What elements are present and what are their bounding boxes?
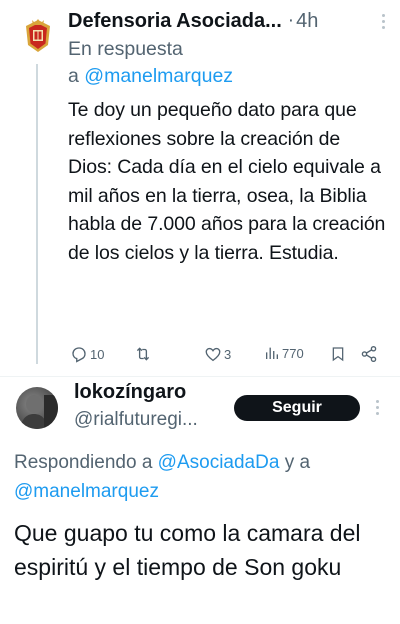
action-bar: 10 3 770 — [68, 345, 388, 365]
views-button[interactable]: 770 — [264, 345, 304, 361]
retweet-icon — [136, 347, 150, 361]
avatar-defensoria[interactable] — [17, 15, 59, 57]
shield-logo-icon — [18, 16, 58, 56]
reply-to-word: a — [68, 65, 79, 87]
user-photo-icon — [20, 395, 58, 429]
heart-icon — [205, 347, 221, 362]
replying-prefix: Respondiendo a — [14, 452, 153, 473]
share-icon — [361, 345, 377, 363]
reply-button[interactable]: 10 — [70, 345, 104, 363]
separator-dot: · — [287, 10, 295, 31]
reply-prefix: En respuesta — [68, 38, 183, 60]
tweet-original: Defensoria Asociada... · 4h En respuesta… — [68, 6, 386, 268]
author-handle[interactable]: @rialfuturegi... — [74, 409, 198, 431]
analytics-icon — [266, 347, 278, 359]
avatar-lokozingaro[interactable] — [16, 387, 58, 429]
like-button[interactable]: 3 — [204, 345, 231, 363]
tweet-body: Que guapo tu como la camara del espiritú… — [14, 520, 361, 580]
view-count: 770 — [282, 345, 304, 361]
reply-icon — [72, 347, 86, 363]
divider — [0, 376, 400, 377]
author-name[interactable]: lokozíngaro — [74, 381, 186, 404]
retweet-button[interactable] — [134, 345, 154, 363]
bookmark-button[interactable] — [330, 345, 346, 363]
tweet-body: Te doy un pequeño dato para que reflexio… — [68, 99, 386, 264]
share-button[interactable] — [360, 345, 378, 363]
more-options-icon[interactable] — [376, 400, 380, 418]
mention-link[interactable]: @manelmarquez — [84, 65, 233, 87]
timestamp[interactable]: 4h — [296, 10, 318, 33]
mention-link[interactable]: @AsociadaDa — [158, 452, 280, 473]
reply-count: 10 — [90, 346, 105, 362]
replying-and: y a — [284, 452, 311, 473]
thread-line — [36, 64, 38, 364]
reply-context: En respuesta a @manelmarquez — [68, 36, 386, 90]
author-name[interactable]: Defensoria Asociada... — [68, 10, 282, 33]
like-count: 3 — [224, 346, 232, 362]
replying-context: Respondiendo a @AsociadaDa y a @manelmar… — [14, 448, 394, 506]
tweet-header: Defensoria Asociada... · 4h — [68, 6, 386, 36]
mention-link[interactable]: @manelmarquez — [14, 481, 159, 502]
follow-button[interactable]: Seguir — [234, 395, 360, 421]
bookmark-icon — [332, 347, 344, 362]
more-options-icon[interactable] — [382, 14, 386, 32]
